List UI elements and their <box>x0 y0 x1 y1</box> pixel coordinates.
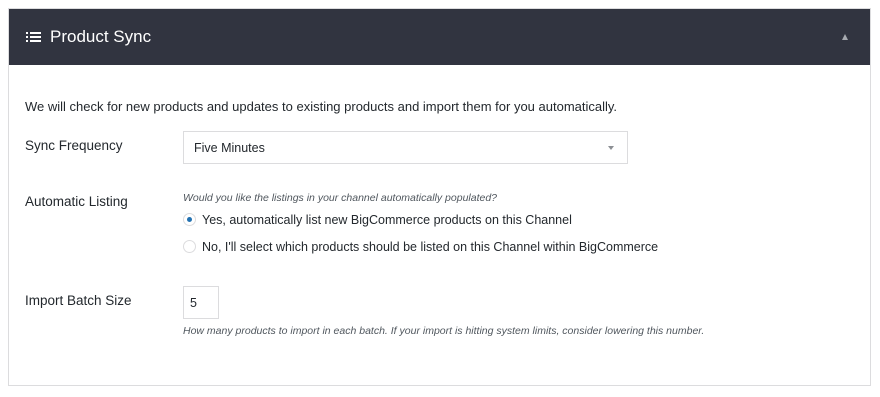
automatic-listing-label: Automatic Listing <box>25 194 128 209</box>
automatic-listing-help: Would you like the listings in your chan… <box>183 192 498 204</box>
sync-frequency-value: Five Minutes <box>194 141 265 155</box>
panel-header[interactable]: Product Sync <box>9 9 870 65</box>
radio-manual-list[interactable] <box>183 240 196 253</box>
intro-text: We will check for new products and updat… <box>25 99 618 114</box>
list-icon <box>26 32 41 43</box>
product-sync-panel: Product Sync We will check for new produ… <box>8 8 871 386</box>
radio-auto-list-label[interactable]: Yes, automatically list new BigCommerce … <box>202 212 572 228</box>
sync-frequency-select[interactable]: Five Minutes <box>183 131 628 164</box>
sync-frequency-label: Sync Frequency <box>25 138 123 153</box>
import-batch-size-value: 5 <box>190 296 197 310</box>
radio-auto-list[interactable] <box>183 213 196 226</box>
import-batch-size-input[interactable]: 5 <box>183 286 219 319</box>
radio-manual-list-label[interactable]: No, I'll select which products should be… <box>202 239 658 255</box>
import-batch-size-label: Import Batch Size <box>25 293 132 308</box>
collapse-arrow-up-icon[interactable] <box>842 34 848 40</box>
chevron-down-icon <box>608 146 614 150</box>
import-batch-size-help: How many products to import in each batc… <box>183 325 705 337</box>
panel-title: Product Sync <box>50 27 152 46</box>
